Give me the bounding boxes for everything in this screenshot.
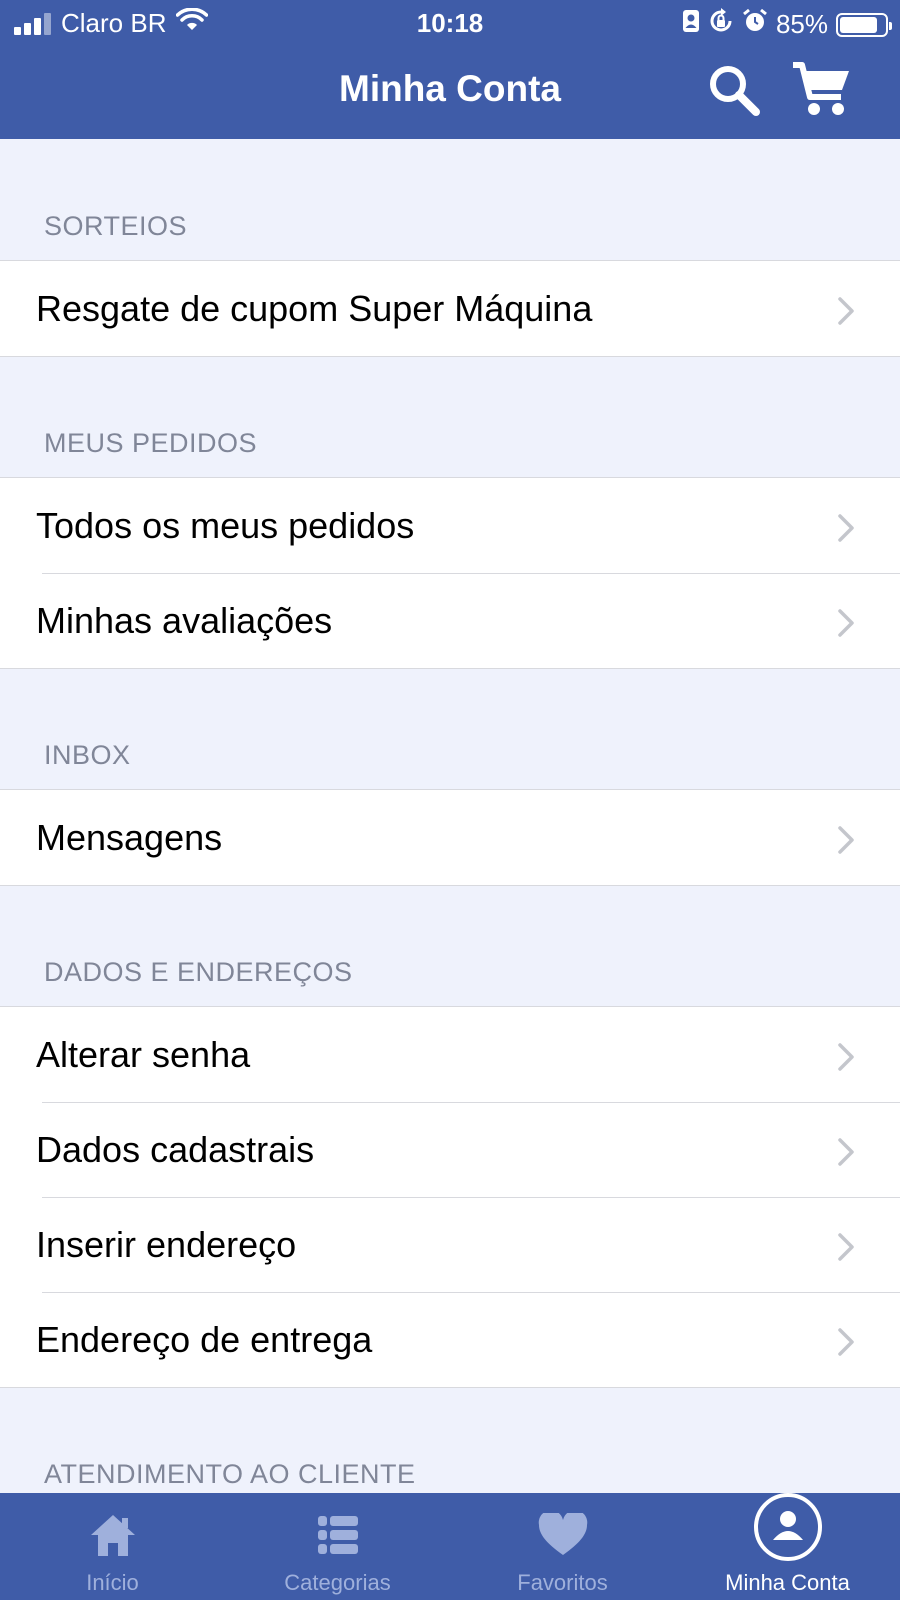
search-button[interactable]: [702, 58, 766, 122]
section-header-sorteios: SORTEIOS: [44, 211, 188, 241]
menu-item-label: Resgate de cupom Super Máquina: [36, 287, 593, 329]
wifi-icon: [176, 7, 209, 39]
user-icon: [675, 1493, 900, 1561]
menu-item-label: Endereço de entrega: [36, 1318, 373, 1360]
section-header-inbox: INBOX: [44, 740, 131, 770]
section-group-dados-e-enderecos: Alterar senha Dados cadastrais Inserir end…: [0, 1006, 900, 1388]
heart-icon: [450, 1505, 675, 1565]
menu-item-label: Dados cadastrais: [36, 1128, 315, 1170]
battery-percent: 85%: [775, 9, 828, 39]
home-icon: [0, 1505, 225, 1565]
chevron-right-icon: [836, 822, 856, 864]
tab-label: Início: [86, 1570, 139, 1595]
tab-label: Minha Conta: [725, 1570, 850, 1595]
menu-item-label: Alterar senha: [36, 1033, 251, 1075]
tab-categorias[interactable]: Categorias: [225, 1493, 450, 1600]
chevron-right-icon: [836, 1229, 856, 1271]
section-header-atendimento-ao-cliente: ATENDIMENTO AO CLIENTE: [44, 1459, 416, 1489]
cart-button[interactable]: [790, 58, 854, 122]
status-left: Claro BR: [14, 7, 209, 39]
menu-item-mensagens[interactable]: Mensagens: [0, 790, 900, 885]
menu-item-resgate-de-cupom-super-maquina[interactable]: Resgate de cupom Super Máquina: [0, 261, 900, 356]
section-group-meus-pedidos: Todos os meus pedidos Minhas avaliações: [0, 477, 900, 669]
menu-item-inserir-endereco[interactable]: Inserir endereço: [0, 1197, 900, 1292]
status-right: 85%: [682, 8, 892, 41]
chevron-right-icon: [836, 1134, 856, 1176]
tab-bar: Início Categorias Favoritos Minha Conta: [0, 1493, 900, 1600]
top-header: Claro BR 10:18 85% Minha Conta: [0, 0, 900, 139]
menu-item-label: Minhas avaliações: [36, 599, 333, 641]
carrier-label: Claro BR: [61, 8, 167, 38]
menu-item-label: Mensagens: [36, 816, 223, 858]
search-icon: [710, 66, 760, 116]
chevron-right-icon: [836, 510, 856, 552]
tab-label: Categorias: [284, 1570, 391, 1595]
contact-icon: [682, 9, 700, 40]
menu-item-endereco-de-entrega[interactable]: Endereço de entrega: [0, 1292, 900, 1387]
tab-inicio[interactable]: Início: [0, 1493, 225, 1600]
menu-item-label: Todos os meus pedidos: [36, 504, 415, 546]
tab-favoritos[interactable]: Favoritos: [450, 1493, 675, 1600]
alarm-icon: [742, 8, 768, 41]
section-header-meus-pedidos: MEUS PEDIDOS: [44, 428, 258, 458]
signal-icon: [14, 12, 51, 35]
menu-item-alterar-senha[interactable]: Alterar senha: [0, 1007, 900, 1102]
status-bar: Claro BR 10:18 85%: [0, 0, 900, 44]
chevron-right-icon: [836, 1039, 856, 1081]
menu-item-label: Inserir endereço: [36, 1223, 297, 1265]
list-icon: [225, 1505, 450, 1565]
battery-fill: [840, 16, 878, 33]
tab-label: Favoritos: [517, 1570, 608, 1595]
section-group-sorteios: Resgate de cupom Super Máquina: [0, 260, 900, 357]
account-menu: SORTEIOS Resgate de cupom Super Máquina ME…: [0, 139, 900, 1493]
menu-item-dados-cadastrais[interactable]: Dados cadastrais: [0, 1102, 900, 1197]
section-group-inbox: Mensagens: [0, 789, 900, 886]
cart-icon: [793, 62, 849, 115]
chevron-right-icon: [836, 1324, 856, 1366]
menu-item-todos-os-meus-pedidos[interactable]: Todos os meus pedidos: [0, 478, 900, 573]
battery-icon: [836, 12, 892, 37]
chevron-right-icon: [836, 293, 856, 335]
chevron-right-icon: [836, 605, 856, 647]
tab-minha-conta[interactable]: Minha Conta: [675, 1493, 900, 1600]
section-header-dados-e-enderecos: DADOS E ENDEREÇOS: [44, 957, 353, 987]
menu-item-minhas-avaliacoes[interactable]: Minhas avaliações: [0, 573, 900, 668]
rotation-lock-icon: [708, 8, 734, 41]
